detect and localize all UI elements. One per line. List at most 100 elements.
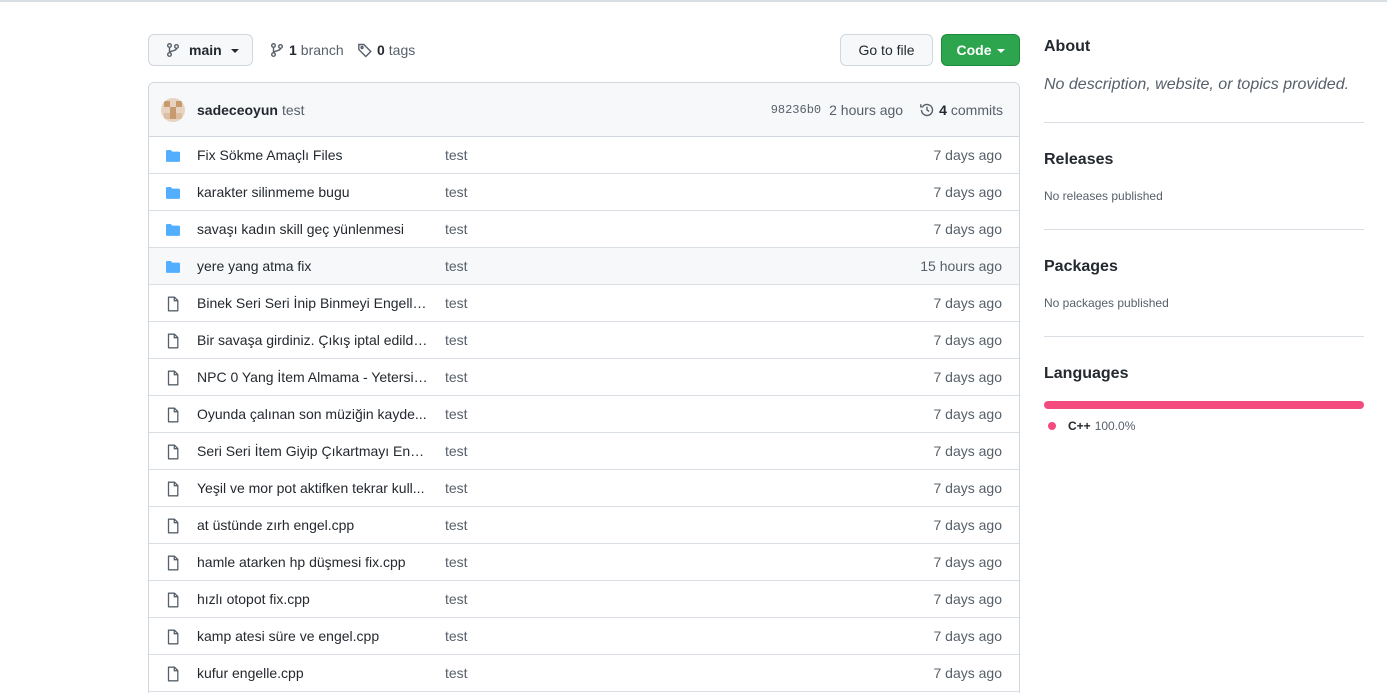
file-commit-message[interactable]: test [445,554,468,570]
file-icon [165,666,181,682]
file-commit-time: 7 days ago [933,406,1003,422]
file-name-link[interactable]: Bir savaşa girdiniz. Çıkış iptal edildi.… [197,332,429,348]
file-row[interactable]: kufur engelle.cpp test 7 days ago [149,655,1019,692]
commits-link[interactable]: 4 commits [919,102,1003,118]
file-commit-time: 7 days ago [933,480,1003,496]
about-description: No description, website, or topics provi… [1044,76,1350,93]
chevron-down-icon [996,49,1005,53]
file-name-link[interactable]: Binek Seri Seri İnip Binmeyi Engelle... [197,295,429,311]
packages-text: No packages published [1044,296,1169,310]
file-commit-time: 7 days ago [933,443,1003,459]
file-name-link[interactable]: Seri Seri İtem Giyip Çıkartmayı Enge... [197,443,429,459]
file-icon [165,333,181,349]
divider [1044,122,1364,123]
code-button[interactable]: Code [941,34,1020,66]
packages-heading[interactable]: Packages [1044,258,1118,276]
file-icon [165,444,181,460]
file-commit-message[interactable]: test [445,665,468,681]
folder-icon [165,148,181,164]
file-icon [165,370,181,386]
file-row[interactable]: Oyunda çalınan son müziğin kayde... test 7… [149,396,1019,433]
file-commit-time: 7 days ago [933,332,1003,348]
file-icon [165,407,181,423]
file-name-link[interactable]: NPC 0 Yang İtem Almama - Yetersiz ... [197,369,429,385]
file-row[interactable]: NPC 0 Yang İtem Almama - Yetersiz ... tes… [149,359,1019,396]
file-commit-time: 7 days ago [933,517,1003,533]
file-name-link[interactable]: kufur engelle.cpp [197,665,429,681]
file-icon [165,518,181,534]
file-commit-time: 7 days ago [933,554,1003,570]
file-commit-message[interactable]: test [445,591,468,607]
file-name-link[interactable]: hamle atarken hp düşmesi fix.cpp [197,554,429,570]
file-commit-message[interactable]: test [445,369,468,385]
commit-sha[interactable]: 98236b0 [771,103,821,117]
about-heading: About [1044,38,1091,55]
file-name-link[interactable]: karakter silinmeme bugu [197,184,429,200]
go-to-file-button[interactable]: Go to file [840,34,933,66]
file-name-link[interactable]: kamp atesi süre ve engel.cpp [197,628,429,644]
file-row[interactable]: hızlı otopot fix.cpp test 7 days ago [149,581,1019,618]
top-divider [0,0,1387,2]
language-item[interactable]: C++ 100.0% [1048,419,1135,433]
folder-icon [165,222,181,238]
file-commit-message[interactable]: test [445,517,468,533]
language-color-dot [1048,422,1056,430]
file-name-link[interactable]: savaşı kadın skill geç yünlenmesi [197,221,429,237]
branch-label: branch [300,42,344,58]
file-row[interactable]: kamp atesi süre ve engel.cpp test 7 days a… [149,618,1019,655]
file-commit-time: 7 days ago [933,628,1003,644]
branch-selector-button[interactable]: main [148,34,253,66]
file-name-link[interactable]: Yeşil ve mor pot aktifken tekrar kull... [197,480,429,496]
file-row[interactable]: savaşı kadın skill geç yünlenmesi test 7 d… [149,211,1019,248]
file-icon [165,629,181,645]
file-commit-time: 7 days ago [933,184,1003,200]
file-row[interactable]: yere yang atma fix test 15 hours ago [149,248,1019,285]
branches-link[interactable]: 1 branch [269,40,344,60]
file-commit-time: 7 days ago [933,147,1003,163]
file-commit-message[interactable]: test [445,332,468,348]
branch-count: 1 [289,42,297,58]
file-name-link[interactable]: Fix Sökme Amaçlı Files [197,147,429,163]
avatar[interactable] [161,97,185,122]
file-commit-time: 7 days ago [933,665,1003,681]
file-row[interactable]: karakter silinmeme bugu test 7 days ago [149,174,1019,211]
file-name-link[interactable]: yere yang atma fix [197,258,429,274]
file-name-link[interactable]: hızlı otopot fix.cpp [197,591,429,607]
file-commit-message[interactable]: test [445,147,468,163]
file-commit-time: 7 days ago [933,369,1003,385]
tag-label: tags [388,42,416,58]
file-commit-message[interactable]: test [445,443,468,459]
releases-text: No releases published [1044,189,1163,203]
code-button-label: Code [956,42,992,58]
file-row[interactable]: Yeşil ve mor pot aktifken tekrar kull...… [149,470,1019,507]
file-commit-message[interactable]: test [445,221,468,237]
git-branch-icon [271,43,283,57]
commit-count: 4 [939,101,947,118]
commit-author[interactable]: sadeceoyun [197,102,278,118]
file-commit-message[interactable]: test [445,480,468,496]
tags-link[interactable]: 0 tags [357,40,415,60]
file-row[interactable]: at üstünde zırh engel.cpp test 7 days ago [149,507,1019,544]
file-name-link[interactable]: at üstünde zırh engel.cpp [197,517,429,533]
file-list: Fix Sökme Amaçlı Files test 7 days ago kara… [149,137,1019,692]
file-row[interactable]: hamle atarken hp düşmesi fix.cpp test 7 da… [149,544,1019,581]
commit-count-label: commits [950,101,1003,118]
releases-heading[interactable]: Releases [1044,151,1113,169]
file-name-link[interactable]: Oyunda çalınan son müziğin kayde... [197,406,429,422]
file-browser: sadeceoyun test 98236b0 2 hours ago 4 co… [148,82,1020,693]
file-commit-message[interactable]: test [445,628,468,644]
folder-icon [165,259,181,275]
file-row[interactable]: Fix Sökme Amaçlı Files test 7 days ago [149,137,1019,174]
file-commit-message[interactable]: test [445,406,468,422]
file-commit-message[interactable]: test [445,295,468,311]
divider [1044,229,1364,230]
file-commit-message[interactable]: test [445,184,468,200]
file-row[interactable]: Binek Seri Seri İnip Binmeyi Engelle... t… [149,285,1019,322]
commit-message[interactable]: test [282,102,305,118]
language-percent: 100.0% [1094,419,1136,433]
languages-heading: Languages [1044,365,1129,382]
file-row[interactable]: Bir savaşa girdiniz. Çıkış iptal edildi.… [149,322,1019,359]
file-commit-message[interactable]: test [445,258,468,274]
commit-time: 2 hours ago [829,101,904,118]
file-row[interactable]: Seri Seri İtem Giyip Çıkartmayı Enge... t… [149,433,1019,470]
